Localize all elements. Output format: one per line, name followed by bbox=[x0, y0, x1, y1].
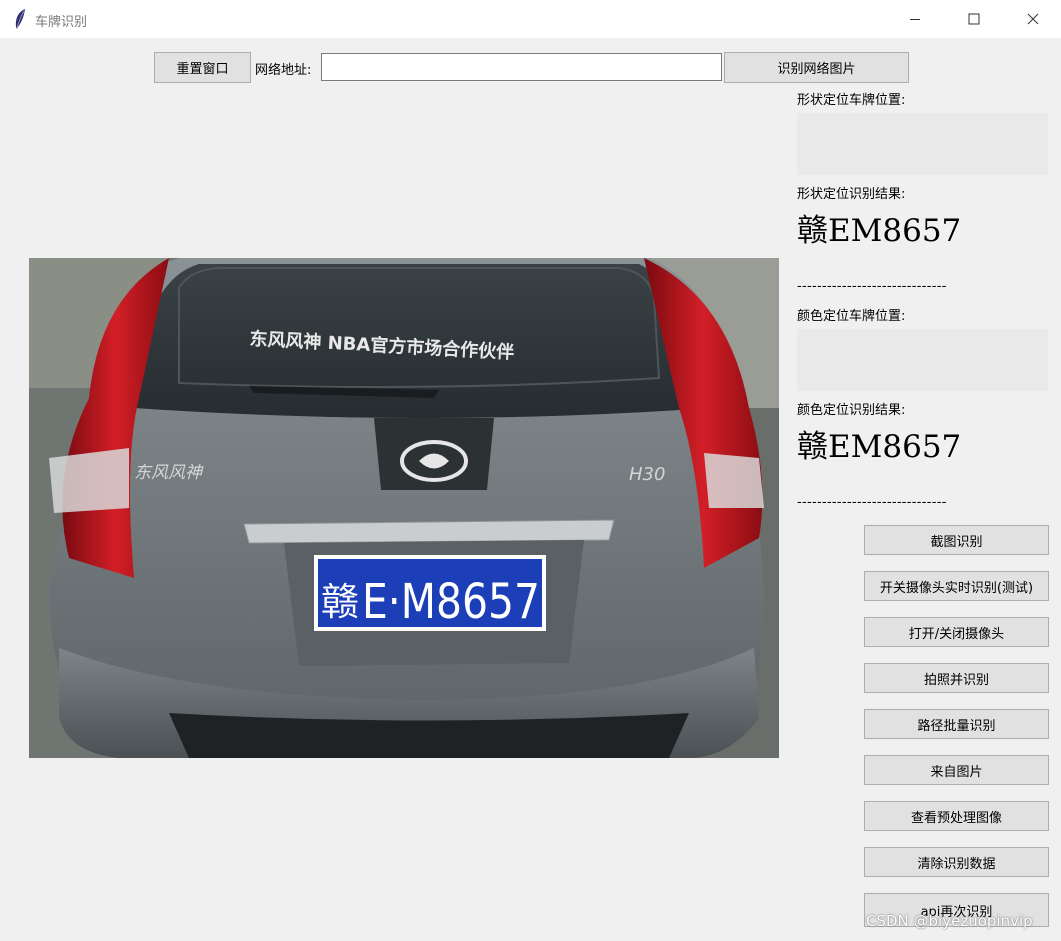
batch-path-recognize-button[interactable]: 路径批量识别 bbox=[864, 709, 1049, 739]
camera-open-close-button[interactable]: 打开/关闭摄像头 bbox=[864, 617, 1049, 647]
url-label: 网络地址: bbox=[255, 63, 312, 78]
camera-realtime-toggle-button[interactable]: 开关摄像头实时识别(测试) bbox=[864, 571, 1049, 601]
shape-position-label: 形状定位车牌位置: bbox=[797, 93, 906, 108]
separator-2: ------------------------------ bbox=[797, 495, 947, 510]
car-photo: 东风风神 NBA官方市场合作伙伴 东风风神 H30 赣 E·M8657 bbox=[29, 258, 779, 758]
screenshot-recognize-button[interactable]: 截图识别 bbox=[864, 525, 1049, 555]
watermark: CSDN @biyezuopinvip bbox=[866, 912, 1033, 930]
color-position-label: 颜色定位车牌位置: bbox=[797, 309, 906, 324]
color-result-label: 颜色定位识别结果: bbox=[797, 403, 906, 418]
url-input[interactable] bbox=[321, 53, 722, 81]
plate-number: E·M8657 bbox=[362, 574, 540, 630]
recognize-url-image-button[interactable]: 识别网络图片 bbox=[724, 52, 909, 83]
shape-result-label: 形状定位识别结果: bbox=[797, 187, 906, 202]
close-icon bbox=[1027, 13, 1039, 25]
model-badge: H30 bbox=[629, 464, 665, 485]
color-result-value: 赣EM8657 bbox=[797, 429, 962, 465]
plate-province: 赣 bbox=[321, 580, 359, 624]
close-button[interactable] bbox=[1010, 0, 1056, 38]
separator-1: ------------------------------ bbox=[797, 279, 947, 294]
minimize-icon bbox=[910, 19, 920, 20]
brand-badge: 东风风神 bbox=[134, 463, 204, 483]
maximize-button[interactable] bbox=[951, 0, 997, 38]
window-title: 车牌识别 bbox=[35, 15, 88, 30]
minimize-button[interactable] bbox=[892, 0, 938, 38]
from-image-button[interactable]: 来自图片 bbox=[864, 755, 1049, 785]
feather-icon bbox=[15, 9, 25, 29]
maximize-icon bbox=[968, 13, 980, 25]
view-preprocessed-button[interactable]: 查看预处理图像 bbox=[864, 801, 1049, 831]
title-bar: 车牌识别 bbox=[0, 0, 1061, 38]
car-illustration: 东风风神 NBA官方市场合作伙伴 东风风神 H30 赣 E·M8657 bbox=[29, 258, 779, 758]
clear-data-button[interactable]: 清除识别数据 bbox=[864, 847, 1049, 877]
reset-window-button[interactable]: 重置窗口 bbox=[154, 52, 251, 83]
shape-plate-crop bbox=[797, 113, 1048, 175]
color-plate-crop bbox=[797, 329, 1048, 391]
shape-result-value: 赣EM8657 bbox=[797, 213, 962, 249]
capture-recognize-button[interactable]: 拍照并识别 bbox=[864, 663, 1049, 693]
